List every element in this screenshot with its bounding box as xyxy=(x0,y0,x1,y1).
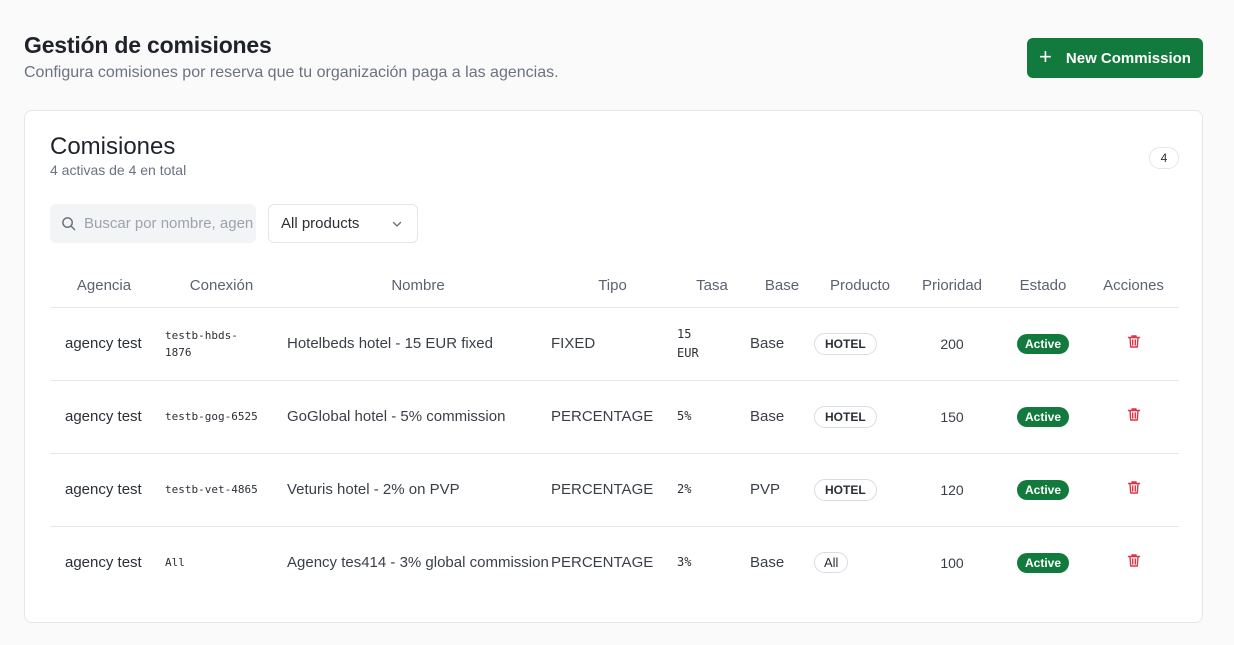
cell-tasa: 5% xyxy=(674,380,750,454)
card-subtitle: 4 activas de 4 en total xyxy=(50,162,187,178)
product-badge: All xyxy=(814,552,849,574)
table-header-row: Agencia Conexión Nombre Tipo Tasa Base P… xyxy=(50,264,1179,308)
cell-conexion: testb-hbds-1876 xyxy=(158,307,285,381)
cell-conexion: testb-gog-6525 xyxy=(158,380,285,454)
column-header-conexion[interactable]: Conexión xyxy=(158,264,285,308)
trash-icon xyxy=(1127,554,1140,567)
page-subtitle: Configura comisiones por reserva que tu … xyxy=(24,64,559,81)
column-header-tasa[interactable]: Tasa xyxy=(674,264,750,308)
search-icon xyxy=(61,216,76,231)
page-title: Gestión de comisiones xyxy=(24,32,272,58)
trash-icon xyxy=(1127,335,1140,348)
new-commission-label: New Commission xyxy=(1065,49,1191,67)
cell-agencia: agency test xyxy=(50,307,158,381)
column-header-acciones: Acciones xyxy=(1088,264,1179,308)
delete-button[interactable] xyxy=(1127,480,1141,495)
delete-button[interactable] xyxy=(1127,334,1141,349)
column-header-estado[interactable]: Estado xyxy=(998,264,1088,308)
cell-tasa: 3% xyxy=(677,555,692,570)
column-header-prioridad[interactable]: Prioridad xyxy=(906,264,998,308)
delete-button[interactable] xyxy=(1127,407,1141,422)
commissions-table: Agencia Conexión Nombre Tipo Tasa Base P… xyxy=(50,264,1179,599)
product-select[interactable]: All products xyxy=(268,204,418,243)
cell-agencia: agency test xyxy=(50,453,158,527)
search-box[interactable] xyxy=(50,204,256,243)
column-header-nombre[interactable]: Nombre xyxy=(285,264,551,308)
table-row[interactable]: agency test testb-vet-4865 Veturis hotel… xyxy=(50,453,1179,527)
product-select-value: All products xyxy=(281,215,360,232)
column-header-agencia[interactable]: Agencia xyxy=(50,264,158,308)
delete-button[interactable] xyxy=(1127,553,1141,568)
cell-conexion: All xyxy=(165,556,185,570)
product-badge: HOTEL xyxy=(814,478,877,501)
product-badge: HOTEL xyxy=(814,405,877,428)
cell-prioridad: 100 xyxy=(940,554,964,571)
cell-nombre: Agency tes414 - 3% global commission xyxy=(287,553,549,571)
cell-nombre: GoGlobal hotel - 5% commission xyxy=(285,380,551,454)
column-header-tipo[interactable]: Tipo xyxy=(551,264,674,308)
commissions-card: Comisiones 4 activas de 4 en total 4 All… xyxy=(24,110,1203,623)
cell-base: PVP xyxy=(750,453,814,527)
cell-tipo: PERCENTAGE xyxy=(551,380,674,454)
cell-prioridad: 120 xyxy=(906,453,998,527)
cell-tipo: FIXED xyxy=(551,307,674,381)
chevron-down-icon xyxy=(391,218,403,230)
table-row[interactable]: agency test testb-gog-6525 GoGlobal hote… xyxy=(50,380,1179,454)
cell-prioridad: 150 xyxy=(906,380,998,454)
cell-tipo: PERCENTAGE xyxy=(551,453,674,527)
cell-tipo: PERCENTAGE xyxy=(551,554,654,572)
cell-agencia: agency test xyxy=(65,553,142,571)
count-badge: 4 xyxy=(1149,147,1179,169)
column-header-base[interactable]: Base xyxy=(750,264,814,308)
cell-tasa: 15 EUR xyxy=(674,307,750,381)
trash-icon xyxy=(1127,481,1140,494)
status-badge: Active xyxy=(1016,552,1070,573)
column-header-producto[interactable]: Producto xyxy=(814,264,906,308)
product-badge: HOTEL xyxy=(814,332,877,355)
cell-base: Base xyxy=(750,307,814,381)
status-badge: Active xyxy=(1016,479,1070,500)
cell-agencia: agency test xyxy=(50,380,158,454)
cell-conexion: testb-vet-4865 xyxy=(158,453,285,527)
status-badge: Active xyxy=(1016,406,1070,427)
cell-prioridad: 200 xyxy=(906,307,998,381)
cell-nombre: Veturis hotel - 2% on PVP xyxy=(285,453,551,527)
card-title: Comisiones xyxy=(50,133,176,160)
plus-icon: + xyxy=(1039,44,1052,69)
page-header: Gestión de comisiones Configura comision… xyxy=(24,32,559,82)
table-row[interactable]: agency test testb-hbds-1876 Hotelbeds ho… xyxy=(50,307,1179,381)
cell-base: Base xyxy=(750,554,785,572)
cell-tasa: 2% xyxy=(674,453,750,527)
search-input[interactable] xyxy=(84,215,254,232)
table-row[interactable]: agency test All Agency tes414 - 3% globa… xyxy=(50,526,1179,599)
cell-nombre: Hotelbeds hotel - 15 EUR fixed xyxy=(285,307,551,381)
new-commission-button[interactable]: + New Commission xyxy=(1027,38,1203,78)
trash-icon xyxy=(1127,408,1140,421)
status-badge: Active xyxy=(1016,333,1070,354)
cell-base: Base xyxy=(750,380,814,454)
